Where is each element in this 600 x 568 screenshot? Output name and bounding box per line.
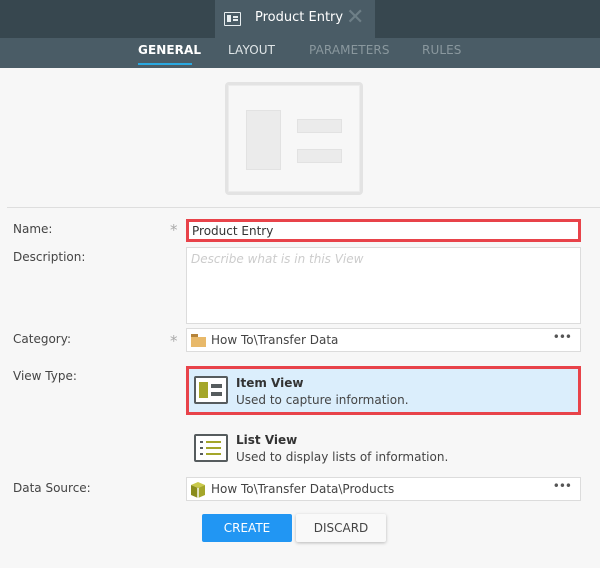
category-browse-button[interactable]: ••• xyxy=(553,330,572,344)
view-type-option-item-view[interactable]: Item View Used to capture information. xyxy=(186,366,581,415)
data-source-picker[interactable]: How To\Transfer Data\Products ••• xyxy=(186,477,581,501)
description-label: Description: xyxy=(13,250,86,264)
list-view-icon xyxy=(194,434,228,462)
divider xyxy=(7,207,600,208)
category-picker[interactable]: How To\Transfer Data ••• xyxy=(186,328,581,352)
document-tab-title: Product Entry xyxy=(255,10,344,25)
item-view-title: Item View xyxy=(236,376,304,390)
folder-icon xyxy=(191,334,206,347)
category-value: How To\Transfer Data xyxy=(211,333,339,347)
tab-rules[interactable]: RULES xyxy=(422,43,462,57)
tab-bar: GENERAL LAYOUT PARAMETERS RULES xyxy=(0,38,600,68)
view-type-label: View Type: xyxy=(13,369,77,383)
tab-general[interactable]: GENERAL xyxy=(138,43,201,57)
data-source-label: Data Source: xyxy=(13,481,91,495)
tab-layout[interactable]: LAYOUT xyxy=(228,43,275,57)
item-view-icon xyxy=(194,376,228,404)
name-label: Name: xyxy=(13,222,53,236)
close-icon[interactable]: ✕ xyxy=(346,6,364,30)
title-bar: Product Entry ✕ xyxy=(0,0,600,38)
view-type-option-list-view[interactable]: List View Used to display lists of infor… xyxy=(186,425,581,474)
discard-button[interactable]: DISCARD xyxy=(296,514,386,542)
description-input[interactable] xyxy=(186,247,581,324)
item-view-icon xyxy=(224,12,241,26)
smartobject-box-icon xyxy=(190,482,206,502)
active-tab-indicator xyxy=(138,63,192,65)
name-input[interactable] xyxy=(186,219,581,242)
view-type-preview-icon xyxy=(225,82,363,195)
required-icon: * xyxy=(170,332,178,350)
document-tab[interactable]: Product Entry ✕ xyxy=(215,0,375,38)
item-view-description: Used to capture information. xyxy=(236,393,409,407)
list-view-title: List View xyxy=(236,433,298,447)
required-icon: * xyxy=(170,221,178,239)
data-source-browse-button[interactable]: ••• xyxy=(553,479,572,493)
create-button[interactable]: CREATE xyxy=(202,514,292,542)
list-view-description: Used to display lists of information. xyxy=(236,450,449,464)
data-source-value: How To\Transfer Data\Products xyxy=(211,482,395,496)
tab-parameters[interactable]: PARAMETERS xyxy=(309,43,390,57)
category-label: Category: xyxy=(13,332,71,346)
